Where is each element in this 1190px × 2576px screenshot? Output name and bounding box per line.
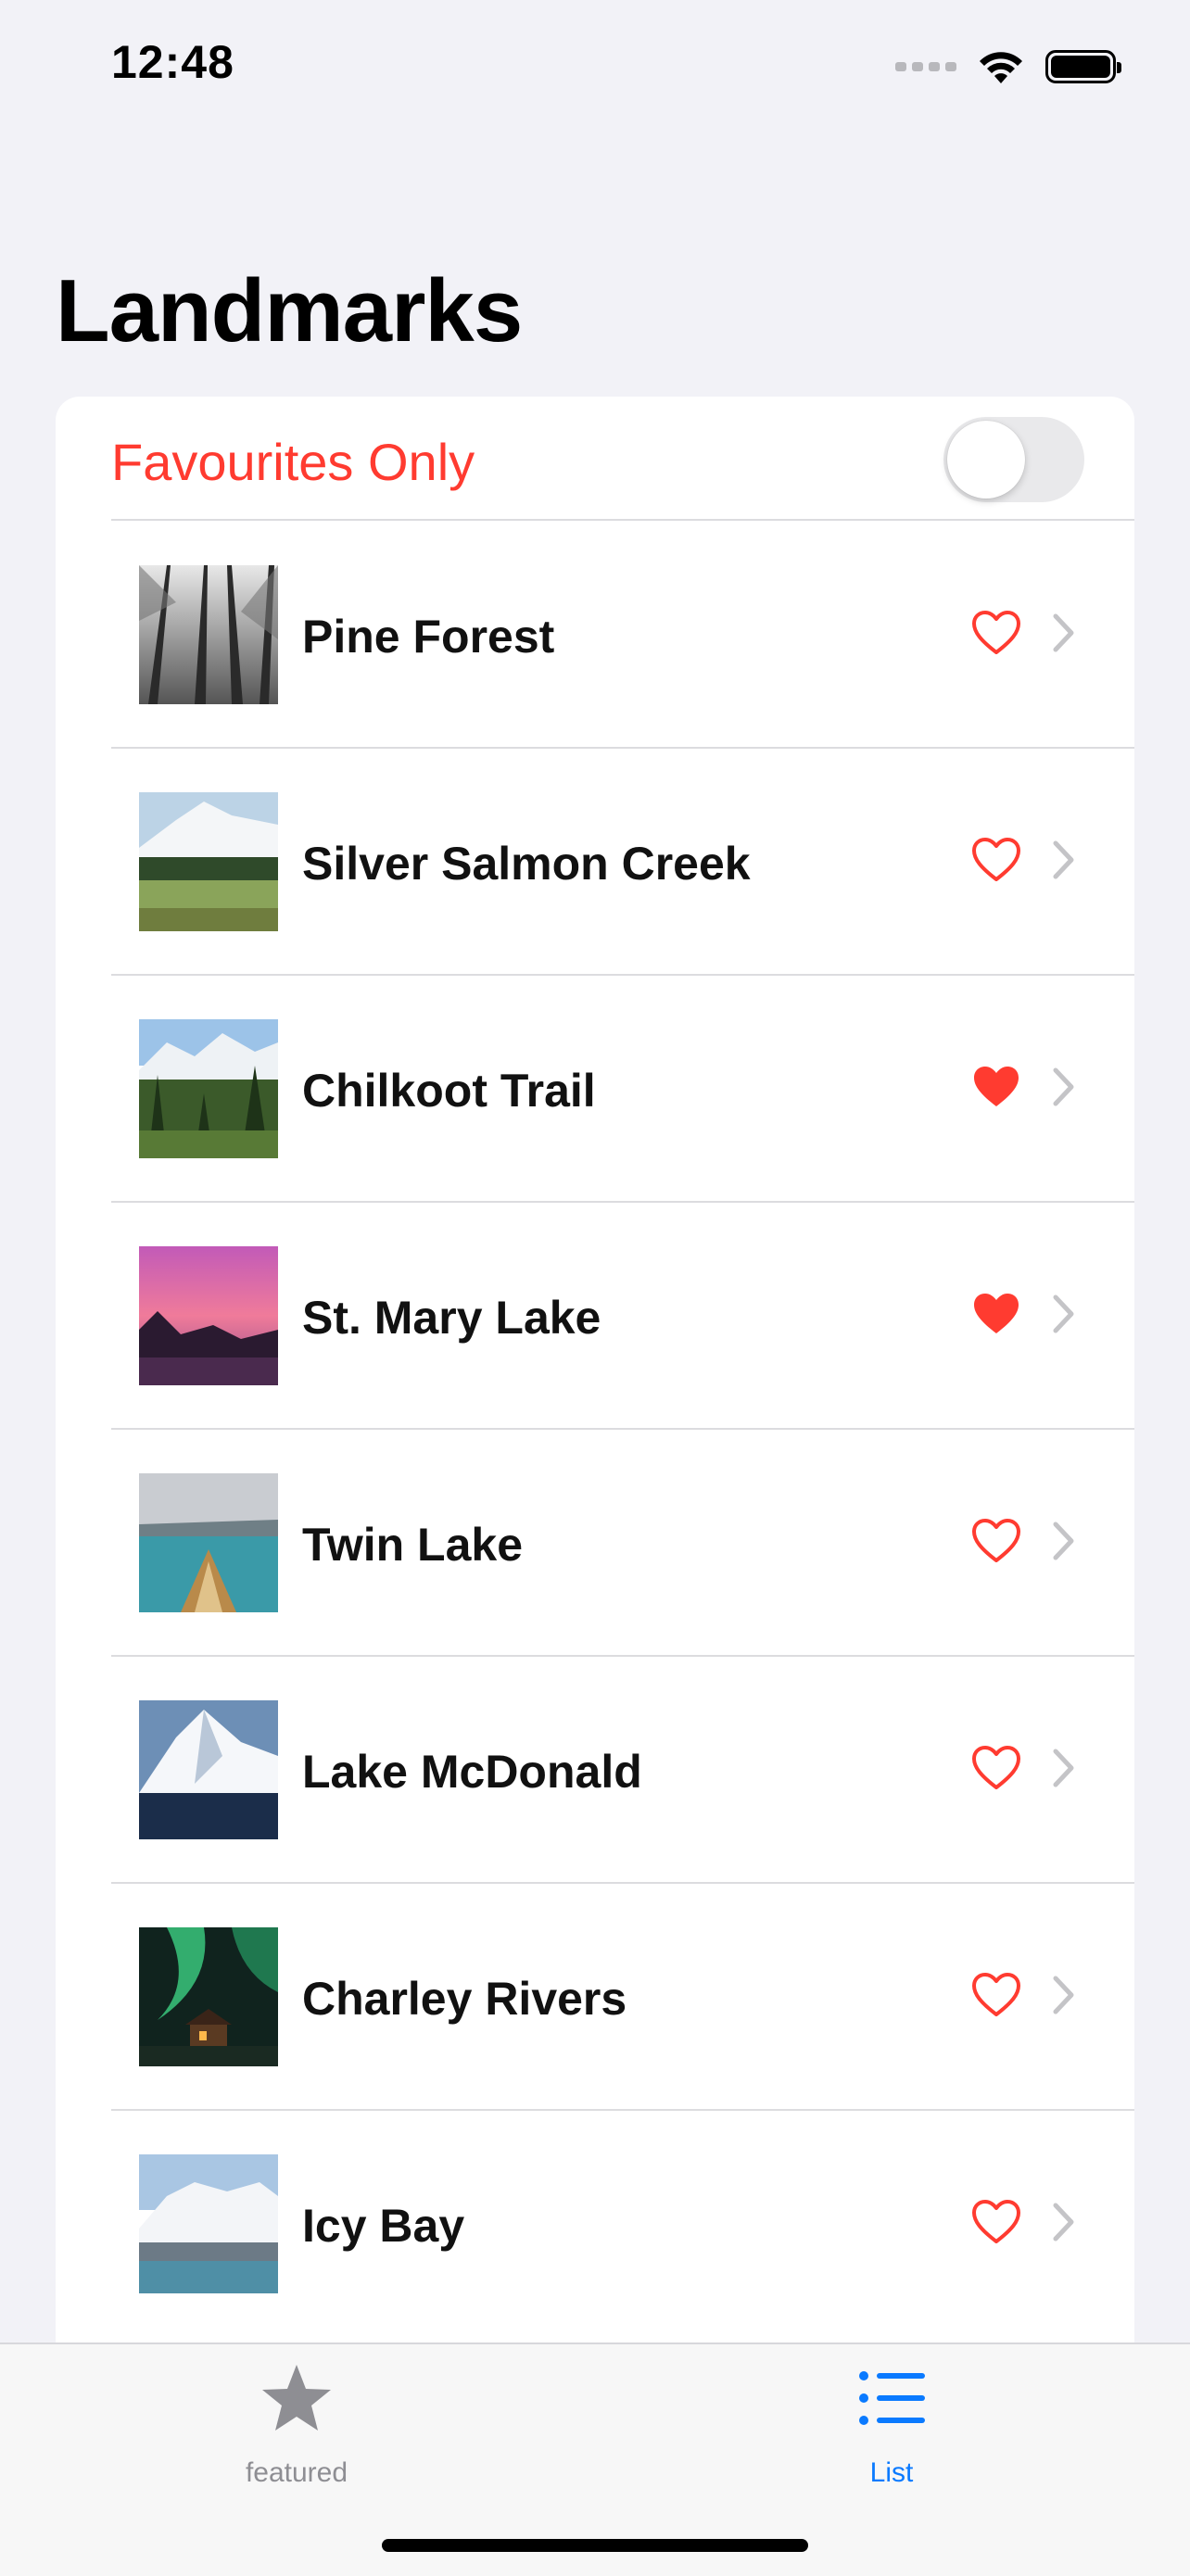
chevron-right-icon bbox=[1053, 2203, 1075, 2241]
heart-filled-icon bbox=[971, 1064, 1021, 1110]
favourites-only-row: Favourites Only bbox=[56, 397, 1134, 520]
landmark-name: Icy Bay bbox=[302, 2200, 465, 2252]
chevron-right-icon bbox=[1053, 1749, 1075, 1787]
tab-list[interactable]: List bbox=[753, 2344, 1031, 2502]
landmark-thumbnail bbox=[139, 2154, 278, 2293]
wifi-icon bbox=[980, 52, 1022, 83]
landmark-name: Lake McDonald bbox=[302, 1746, 642, 1798]
tab-featured[interactable]: featured bbox=[158, 2344, 436, 2502]
landmark-row[interactable]: Chilkoot Trail bbox=[56, 975, 1134, 1202]
landmark-name: Chilkoot Trail bbox=[302, 1065, 596, 1117]
status-icons bbox=[895, 41, 1121, 93]
chevron-right-icon bbox=[1053, 1067, 1075, 1106]
landmark-thumbnail bbox=[139, 1246, 278, 1385]
landmark-name: St. Mary Lake bbox=[302, 1292, 601, 1344]
landmark-row[interactable]: Lake McDonald bbox=[56, 1656, 1134, 1883]
landmark-row[interactable]: St. Mary Lake bbox=[56, 1202, 1134, 1429]
toggle-knob bbox=[947, 421, 1025, 499]
landmark-name: Twin Lake bbox=[302, 1519, 524, 1571]
star-icon bbox=[262, 2365, 331, 2431]
chevron-right-icon bbox=[1053, 613, 1075, 652]
chevron-right-icon bbox=[1053, 1976, 1075, 2014]
page-title: Landmarks bbox=[56, 261, 523, 360]
heart-outline-icon bbox=[971, 1518, 1021, 1564]
landmark-row[interactable]: Twin Lake bbox=[56, 1429, 1134, 1656]
landmark-list: Favourites Only Pine Forest Silver Salmon… bbox=[56, 397, 1134, 2342]
landmark-thumbnail bbox=[139, 792, 278, 931]
landmark-thumbnail bbox=[139, 565, 278, 704]
favourites-only-toggle[interactable] bbox=[943, 417, 1084, 502]
landmark-name: Charley Rivers bbox=[302, 1973, 627, 2025]
landmark-row[interactable]: Silver Salmon Creek bbox=[56, 748, 1134, 975]
list-icon bbox=[859, 2371, 925, 2425]
landmark-name: Silver Salmon Creek bbox=[302, 838, 751, 890]
heart-outline-icon bbox=[971, 610, 1021, 656]
chevron-right-icon bbox=[1053, 1522, 1075, 1560]
home-indicator bbox=[382, 2539, 808, 2552]
tab-featured-label: featured bbox=[245, 2457, 348, 2488]
landmark-row[interactable]: Icy Bay bbox=[56, 2110, 1134, 2337]
landmark-thumbnail bbox=[139, 1019, 278, 1158]
tab-list-label: List bbox=[869, 2457, 914, 2488]
landmark-thumbnail bbox=[139, 1927, 278, 2066]
landmark-name: Pine Forest bbox=[302, 611, 555, 663]
chevron-right-icon bbox=[1053, 1294, 1075, 1333]
battery-icon bbox=[1045, 50, 1121, 83]
heart-outline-icon bbox=[971, 2199, 1021, 2245]
landmark-thumbnail bbox=[139, 1473, 278, 1612]
cellular-signal-icon bbox=[895, 62, 956, 71]
status-time: 12:48 bbox=[111, 36, 234, 88]
chevron-right-icon bbox=[1053, 840, 1075, 879]
landmark-thumbnail bbox=[139, 1700, 278, 1839]
heart-filled-icon bbox=[971, 1291, 1021, 1337]
heart-outline-icon bbox=[971, 1972, 1021, 2018]
favourites-only-label: Favourites Only bbox=[111, 433, 475, 491]
landmark-row[interactable]: Charley Rivers bbox=[56, 1883, 1134, 2110]
landmark-row[interactable]: Pine Forest bbox=[56, 521, 1134, 748]
heart-outline-icon bbox=[971, 1745, 1021, 1791]
heart-outline-icon bbox=[971, 837, 1021, 883]
